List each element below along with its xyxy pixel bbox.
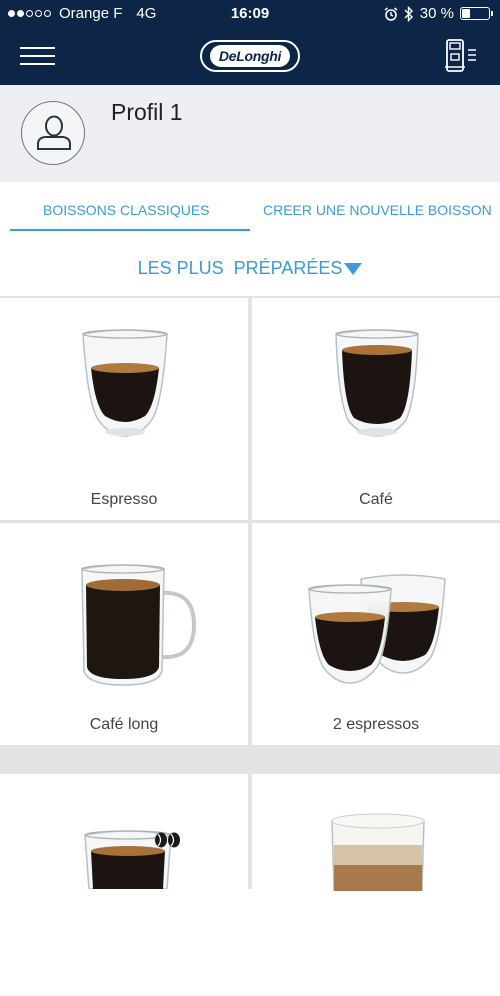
drinks-grid: Espresso Café Café long 2 espressos bbox=[0, 296, 500, 996]
bluetooth-icon bbox=[404, 5, 413, 22]
battery-icon bbox=[460, 7, 493, 20]
drink-tile-doppio[interactable] bbox=[0, 774, 248, 996]
drink-label: Café long bbox=[89, 716, 159, 733]
menu-icon[interactable] bbox=[20, 45, 56, 67]
tab-create-drink[interactable]: CREER UNE NOUVELLE BOISSON bbox=[263, 202, 492, 218]
drink-tile-cafe[interactable]: Café bbox=[252, 298, 500, 520]
drink-tile-latte-macchiato[interactable] bbox=[252, 774, 500, 996]
drink-tile-2-espressos[interactable]: 2 espressos bbox=[252, 523, 500, 745]
status-right: 30 % bbox=[384, 5, 493, 22]
drink-label: 2 espressos bbox=[332, 716, 420, 733]
drink-label: Espresso bbox=[90, 491, 158, 508]
long-coffee-mug-icon bbox=[81, 564, 197, 686]
status-bar: Orange F 4G 16:09 30 % bbox=[0, 0, 500, 28]
latte-macchiato-glass-icon bbox=[331, 813, 425, 891]
avatar[interactable] bbox=[21, 101, 85, 165]
double-espresso-glasses-icon bbox=[308, 574, 446, 684]
drink-tile-cafe-long[interactable]: Café long bbox=[0, 523, 248, 745]
coffee-beans-icon bbox=[155, 832, 180, 848]
espresso-glass-icon bbox=[82, 329, 168, 437]
profile-name[interactable]: Profil 1 bbox=[111, 99, 183, 126]
sort-dropdown-label: LES PLUS PRÉPARÉES bbox=[137, 258, 343, 278]
brand-logo-text: DeLonghi bbox=[209, 45, 291, 67]
alarm-icon bbox=[384, 6, 398, 21]
battery-percent: 30 % bbox=[419, 5, 454, 22]
tab-classic-drinks[interactable]: BOISSONS CLASSIQUES bbox=[43, 202, 210, 218]
app-header: DeLonghi bbox=[0, 28, 500, 85]
drink-tabs: BOISSONS CLASSIQUES CREER UNE NOUVELLE B… bbox=[0, 182, 500, 234]
coffee-machine-icon[interactable] bbox=[443, 39, 479, 73]
coffee-glass-icon bbox=[335, 329, 419, 437]
brand-logo: DeLonghi bbox=[200, 40, 300, 72]
profile-section: Profil 1 bbox=[0, 85, 500, 182]
user-icon bbox=[37, 115, 71, 150]
drink-tile-espresso[interactable]: Espresso bbox=[0, 298, 248, 520]
triangle-down-icon bbox=[344, 263, 363, 276]
drink-label: Café bbox=[359, 491, 393, 508]
sort-dropdown[interactable]: LES PLUS PRÉPARÉES bbox=[0, 258, 500, 279]
active-tab-indicator bbox=[10, 229, 250, 231]
